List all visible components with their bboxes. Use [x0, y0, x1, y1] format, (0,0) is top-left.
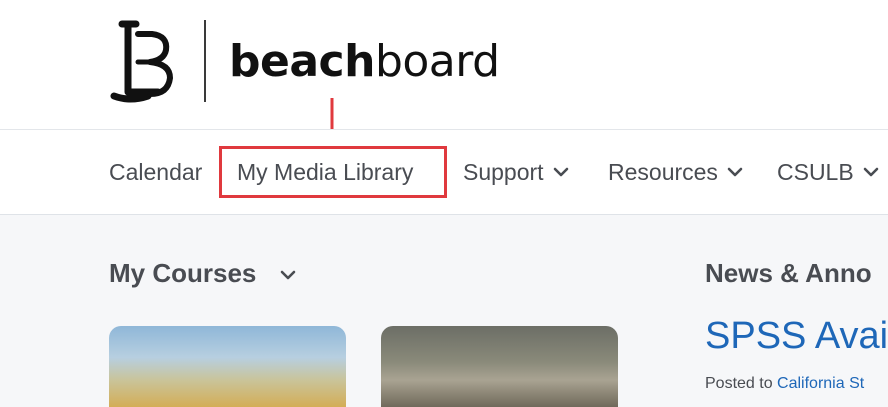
beachboard-logo[interactable]: beachboard — [229, 34, 500, 90]
chevron-down-icon — [280, 270, 295, 280]
news-item-link[interactable]: SPSS Avail — [705, 315, 888, 358]
news-heading: News & Anno — [705, 258, 872, 288]
chevron-down-icon — [863, 167, 879, 177]
homepage-content: My Courses News & Anno SPSS Avail Posted… — [0, 215, 888, 407]
nav-csulb-label: CSULB — [777, 158, 854, 185]
nav-support[interactable]: Support — [463, 130, 569, 214]
course-card-image[interactable] — [381, 326, 618, 407]
site-header: beachboard — [0, 0, 888, 129]
my-courses-title: My Courses — [109, 258, 257, 288]
news-posted-org-link[interactable]: California St — [777, 375, 864, 392]
nav-support-label: Support — [463, 158, 544, 185]
nav-calendar[interactable]: Calendar — [109, 130, 202, 214]
logo-text-regular: board — [374, 36, 500, 87]
chevron-down-icon — [553, 167, 568, 177]
nav-resources-label: Resources — [608, 158, 718, 185]
news-posted-prefix: Posted to — [705, 375, 778, 392]
logo-text-bold: beach — [229, 36, 375, 87]
nav-resources[interactable]: Resources — [608, 130, 743, 214]
course-card-image[interactable] — [109, 326, 346, 407]
logo-divider — [204, 20, 206, 102]
nav-calendar-label: Calendar — [109, 158, 203, 185]
nav-my-media-library-label: My Media Library — [237, 158, 414, 185]
nav-my-media-library[interactable]: My Media Library — [237, 130, 413, 214]
nav-csulb[interactable]: CSULB — [777, 130, 879, 214]
main-navbar: Calendar My Media Library Support Resour… — [0, 129, 888, 215]
lb-logo-icon[interactable] — [108, 18, 180, 104]
chevron-down-icon — [727, 167, 743, 177]
news-item-meta: Posted to California St — [705, 375, 864, 393]
my-courses-heading[interactable]: My Courses — [109, 258, 296, 289]
